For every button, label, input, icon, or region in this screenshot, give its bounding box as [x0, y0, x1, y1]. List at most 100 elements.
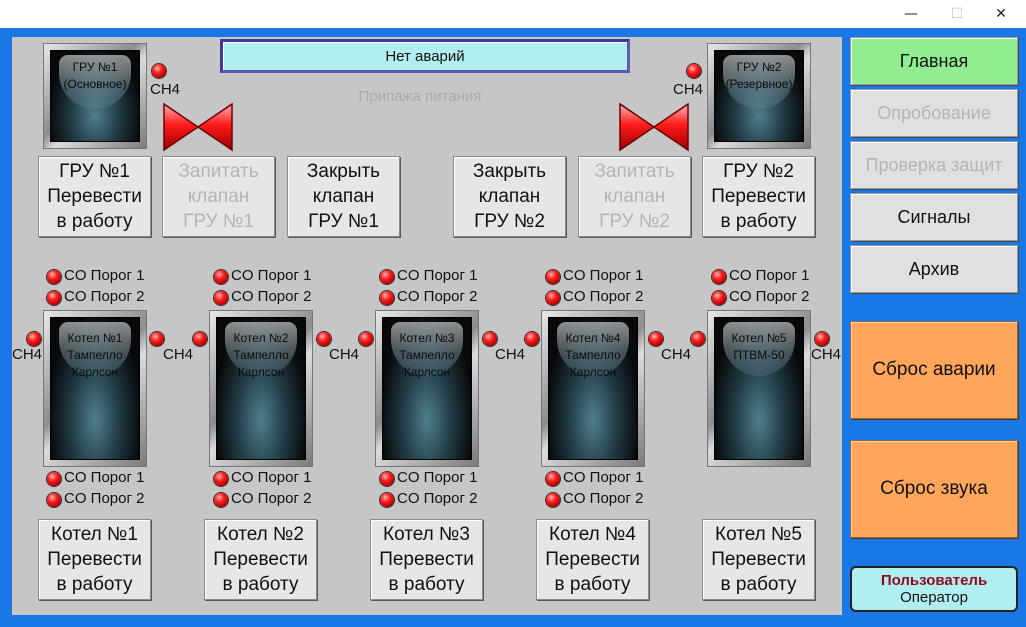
gru-2-display: ГРУ №2 (Резервное) [714, 50, 804, 142]
close-button[interactable]: ✕ [978, 0, 1024, 28]
boiler-3-co2-label: CO Порог 2 [397, 288, 478, 305]
nav-main-button[interactable]: Главная [850, 37, 1018, 85]
gru-1-valve-icon[interactable] [162, 102, 234, 152]
boiler-4-co2-led [546, 291, 560, 305]
boiler-2-co1-bottom-label: CO Порог 1 [231, 469, 312, 486]
boiler-1-co1-led [47, 270, 61, 284]
alarm-banner: Нет аварий [220, 39, 630, 73]
boiler-5-ch4-right-led [815, 332, 829, 346]
boiler-2-ch4-right-label: CH4 [329, 346, 360, 363]
boiler-3-start-button[interactable]: Котел №3 Перевести в работу [370, 519, 483, 600]
boiler-2-co1-led [214, 270, 228, 284]
boiler-2-co1-label: CO Порог 1 [231, 267, 312, 284]
boiler-3-co1-bottom-led [380, 472, 394, 486]
boiler-2-co1-bottom-led [214, 472, 228, 486]
nav-archive-button[interactable]: Архив [850, 245, 1018, 293]
boiler-5-start-button[interactable]: Котел №5 Перевести в работу [702, 519, 815, 600]
boiler-2-label: Котел №2 Тампелло Карлсон [233, 331, 289, 379]
boiler-3-tile[interactable]: Котел №3 Тампелло Карлсон [376, 311, 478, 466]
boiler-4-start-button[interactable]: Котел №4 Перевести в работу [536, 519, 649, 600]
nav-signals-button[interactable]: Сигналы [850, 193, 1018, 241]
boiler-4-co1-label: CO Порог 1 [563, 267, 644, 284]
gru-2-valve-icon[interactable] [618, 102, 690, 152]
boiler-2-co2-bottom-led [214, 493, 228, 507]
boiler-3-co1-label: CO Порог 1 [397, 267, 478, 284]
gru-2-power-valve-button[interactable]: Запитать клапан ГРУ №2 [578, 156, 691, 237]
boiler-4-ch4-left-led [525, 332, 539, 346]
gru-2-label: ГРУ №2 (Резервное) [725, 60, 793, 91]
boiler-1-display: Котел №1 Тампелло Карлсон [50, 317, 140, 460]
boiler-5-co2-label: CO Порог 2 [729, 288, 810, 305]
boiler-5-label: Котел №5 ПТВМ-50 [731, 331, 787, 362]
boiler-2-display: Котел №2 Тампелло Карлсон [216, 317, 306, 460]
boiler-5-ch4-left-led [691, 332, 705, 346]
boiler-2-start-button[interactable]: Котел №2 Перевести в работу [204, 519, 317, 600]
boiler-4-co1-bottom-led [546, 472, 560, 486]
title-bar: — ☐ ✕ [0, 0, 1026, 28]
reset-alarm-button[interactable]: Сброс аварии [850, 321, 1018, 419]
boiler-1-start-button[interactable]: Котел №1 Перевести в работу [38, 519, 151, 600]
boiler-1-co2-bottom-led [47, 493, 61, 507]
user-title: Пользователь [880, 572, 988, 589]
gru-1-label: ГРУ №1 (Основное) [63, 60, 127, 91]
gru-1-power-valve-button[interactable]: Запитать клапан ГРУ №1 [162, 156, 275, 237]
boiler-3-label: Котел №3 Тампелло Карлсон [399, 331, 455, 379]
gru-2-tile[interactable]: ГРУ №2 (Резервное) [708, 44, 810, 148]
gru-1-tile[interactable]: ГРУ №1 (Основное) [44, 44, 146, 148]
boiler-2-co2-bottom-label: CO Порог 2 [231, 490, 312, 507]
boiler-4-co1-led [546, 270, 560, 284]
boiler-4-co2-label: CO Порог 2 [563, 288, 644, 305]
gru-2-ch4-label: CH4 [673, 81, 704, 98]
boiler-1-tile[interactable]: Котел №1 Тампелло Карлсон [44, 311, 146, 466]
boiler-1-co1-label: CO Порог 1 [64, 267, 145, 284]
boiler-1-co2-led [47, 291, 61, 305]
boiler-2-co2-label: CO Порог 2 [231, 288, 312, 305]
boiler-5-ch4-right-label: CH4 [811, 346, 842, 363]
reset-sound-button[interactable]: Сброс звука [850, 440, 1018, 538]
boiler-5-co1-label: CO Порог 1 [729, 267, 810, 284]
boiler-4-tile[interactable]: Котел №4 Тампелло Карлсон [542, 311, 644, 466]
maximize-button[interactable]: ☐ [934, 0, 980, 28]
boiler-3-ch4-right-led [483, 332, 497, 346]
boiler-1-co1-bottom-label: CO Порог 1 [64, 469, 145, 486]
boiler-3-ch4-left-led [359, 332, 373, 346]
user-panel[interactable]: Пользователь Оператор [850, 566, 1018, 612]
boiler-3-co1-bottom-label: CO Порог 1 [397, 469, 478, 486]
nav-protection-check-button[interactable]: Проверка защит [850, 141, 1018, 189]
boiler-3-co1-led [380, 270, 394, 284]
boiler-5-display: Котел №5 ПТВМ-50 [714, 317, 804, 460]
boiler-2-co2-led [214, 291, 228, 305]
nav-testing-button[interactable]: Опробование [850, 89, 1018, 137]
user-role: Оператор [900, 589, 968, 606]
boiler-4-co2-bottom-led [546, 493, 560, 507]
gru-2-ch4-led [687, 64, 701, 78]
boiler-5-co1-led [712, 270, 726, 284]
scada-window: — ☐ ✕ Нет аварий Припажа питания ГРУ №1 … [0, 0, 1026, 627]
minimize-button[interactable]: — [888, 0, 934, 28]
boiler-4-label: Котел №4 Тампелло Карлсон [565, 331, 621, 379]
boiler-2-tile[interactable]: Котел №2 Тампелло Карлсон [210, 311, 312, 466]
gru-1-ch4-label: CH4 [150, 81, 181, 98]
boiler-1-co1-bottom-led [47, 472, 61, 486]
gru-1-display: ГРУ №1 (Основное) [50, 50, 140, 142]
boiler-2-ch4-right-led [317, 332, 331, 346]
boiler-4-ch4-right-label: CH4 [661, 346, 692, 363]
power-status-text: Припажа питания [358, 88, 482, 105]
boiler-3-ch4-right-label: CH4 [495, 346, 526, 363]
boiler-1-label: Котел №1 Тампелло Карлсон [67, 331, 123, 379]
boiler-1-co2-label: CO Порог 2 [64, 288, 145, 305]
gru-1-start-button[interactable]: ГРУ №1 Перевести в работу [38, 156, 151, 237]
boiler-3-display: Котел №3 Тампелло Карлсон [382, 317, 472, 460]
gru-1-close-valve-button[interactable]: Закрыть клапан ГРУ №1 [287, 156, 400, 237]
boiler-4-co2-bottom-label: CO Порог 2 [563, 490, 644, 507]
gru-2-close-valve-button[interactable]: Закрыть клапан ГРУ №2 [453, 156, 566, 237]
boiler-2-ch4-left-led [193, 332, 207, 346]
boiler-5-co2-led [712, 291, 726, 305]
boiler-1-ch4-left-label: CH4 [12, 346, 43, 363]
boiler-1-ch4-left-led [27, 332, 41, 346]
boiler-5-tile[interactable]: Котел №5 ПТВМ-50 [708, 311, 810, 466]
gru-2-start-button[interactable]: ГРУ №2 Перевести в работу [702, 156, 815, 237]
boiler-3-co2-bottom-led [380, 493, 394, 507]
boiler-3-co2-led [380, 291, 394, 305]
boiler-3-co2-bottom-label: CO Порог 2 [397, 490, 478, 507]
